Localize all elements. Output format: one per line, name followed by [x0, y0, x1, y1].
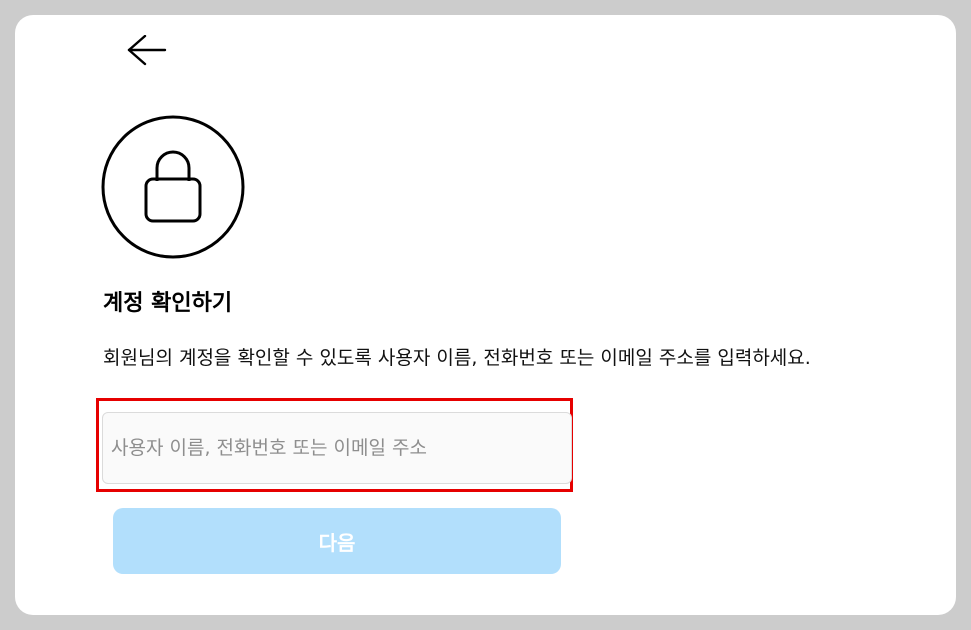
- account-identifier-input[interactable]: [102, 412, 572, 484]
- next-button[interactable]: 다음: [113, 508, 561, 574]
- account-verify-card: 계정 확인하기 회원님의 계정을 확인할 수 있도록 사용자 이름, 전화번호 …: [15, 15, 956, 615]
- arrow-left-icon: [127, 35, 167, 66]
- page-title: 계정 확인하기: [103, 291, 233, 316]
- back-button[interactable]: [125, 35, 185, 69]
- lock-icon: [101, 115, 245, 259]
- lock-badge: [101, 115, 245, 259]
- instruction-text: 회원님의 계정을 확인할 수 있도록 사용자 이름, 전화번호 또는 이메일 주…: [103, 347, 811, 369]
